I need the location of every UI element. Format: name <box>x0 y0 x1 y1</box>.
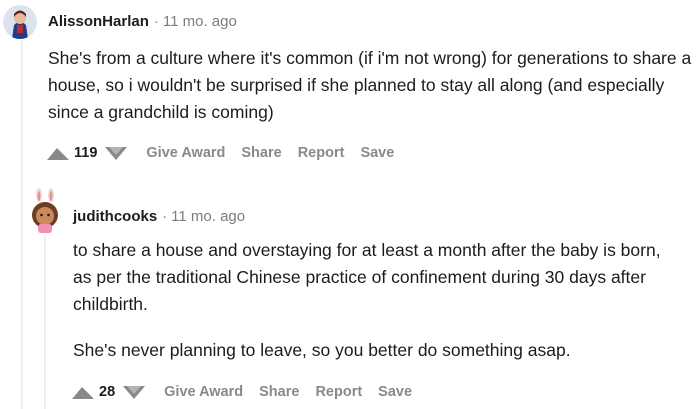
vote-count: 119 <box>74 145 98 161</box>
report-button[interactable]: Report <box>315 384 362 400</box>
report-button[interactable]: Report <box>298 145 345 161</box>
username[interactable]: judithcooks <box>73 208 157 225</box>
avatar[interactable] <box>28 188 62 234</box>
snoo-avatar-icon <box>3 5 37 39</box>
separator: · <box>162 208 168 225</box>
thread-line[interactable] <box>21 40 23 409</box>
avatar[interactable] <box>3 5 37 39</box>
comment-paragraph: She's never planning to leave, so you be… <box>73 340 571 360</box>
separator: · <box>153 13 159 30</box>
downvote-icon[interactable] <box>102 143 130 163</box>
downvote-icon[interactable] <box>120 382 148 402</box>
vote-count: 28 <box>99 384 116 400</box>
bunny-ears-avatar-icon <box>32 188 58 233</box>
timestamp[interactable]: 11 mo. ago <box>163 13 237 30</box>
comment-meta: judithcooks · 11 mo. ago <box>73 208 245 225</box>
comment-paragraph: She's from a culture where it's common (… <box>48 48 692 122</box>
give-award-button[interactable]: Give Award <box>146 145 225 161</box>
share-button[interactable]: Share <box>241 145 281 161</box>
save-button[interactable]: Save <box>360 145 394 161</box>
comment-actions: 28 Give Award Share Report Save <box>69 381 428 403</box>
upvote-icon[interactable] <box>44 143 72 163</box>
upvote-icon[interactable] <box>69 382 97 402</box>
comment-meta: AlissonHarlan · 11 mo. ago <box>48 13 237 30</box>
thread-line[interactable] <box>44 236 46 409</box>
comment-actions: 119 Give Award Share Report Save <box>44 142 410 164</box>
give-award-button[interactable]: Give Award <box>164 384 243 400</box>
share-button[interactable]: Share <box>259 384 299 400</box>
comment-paragraph: to share a house and overstaying for at … <box>73 240 661 314</box>
comment-body: She's from a culture where it's common (… <box>48 45 700 126</box>
timestamp[interactable]: 11 mo. ago <box>171 208 245 225</box>
comment-body: to share a house and overstaying for at … <box>73 237 673 364</box>
username[interactable]: AlissonHarlan <box>48 13 149 30</box>
save-button[interactable]: Save <box>378 384 412 400</box>
